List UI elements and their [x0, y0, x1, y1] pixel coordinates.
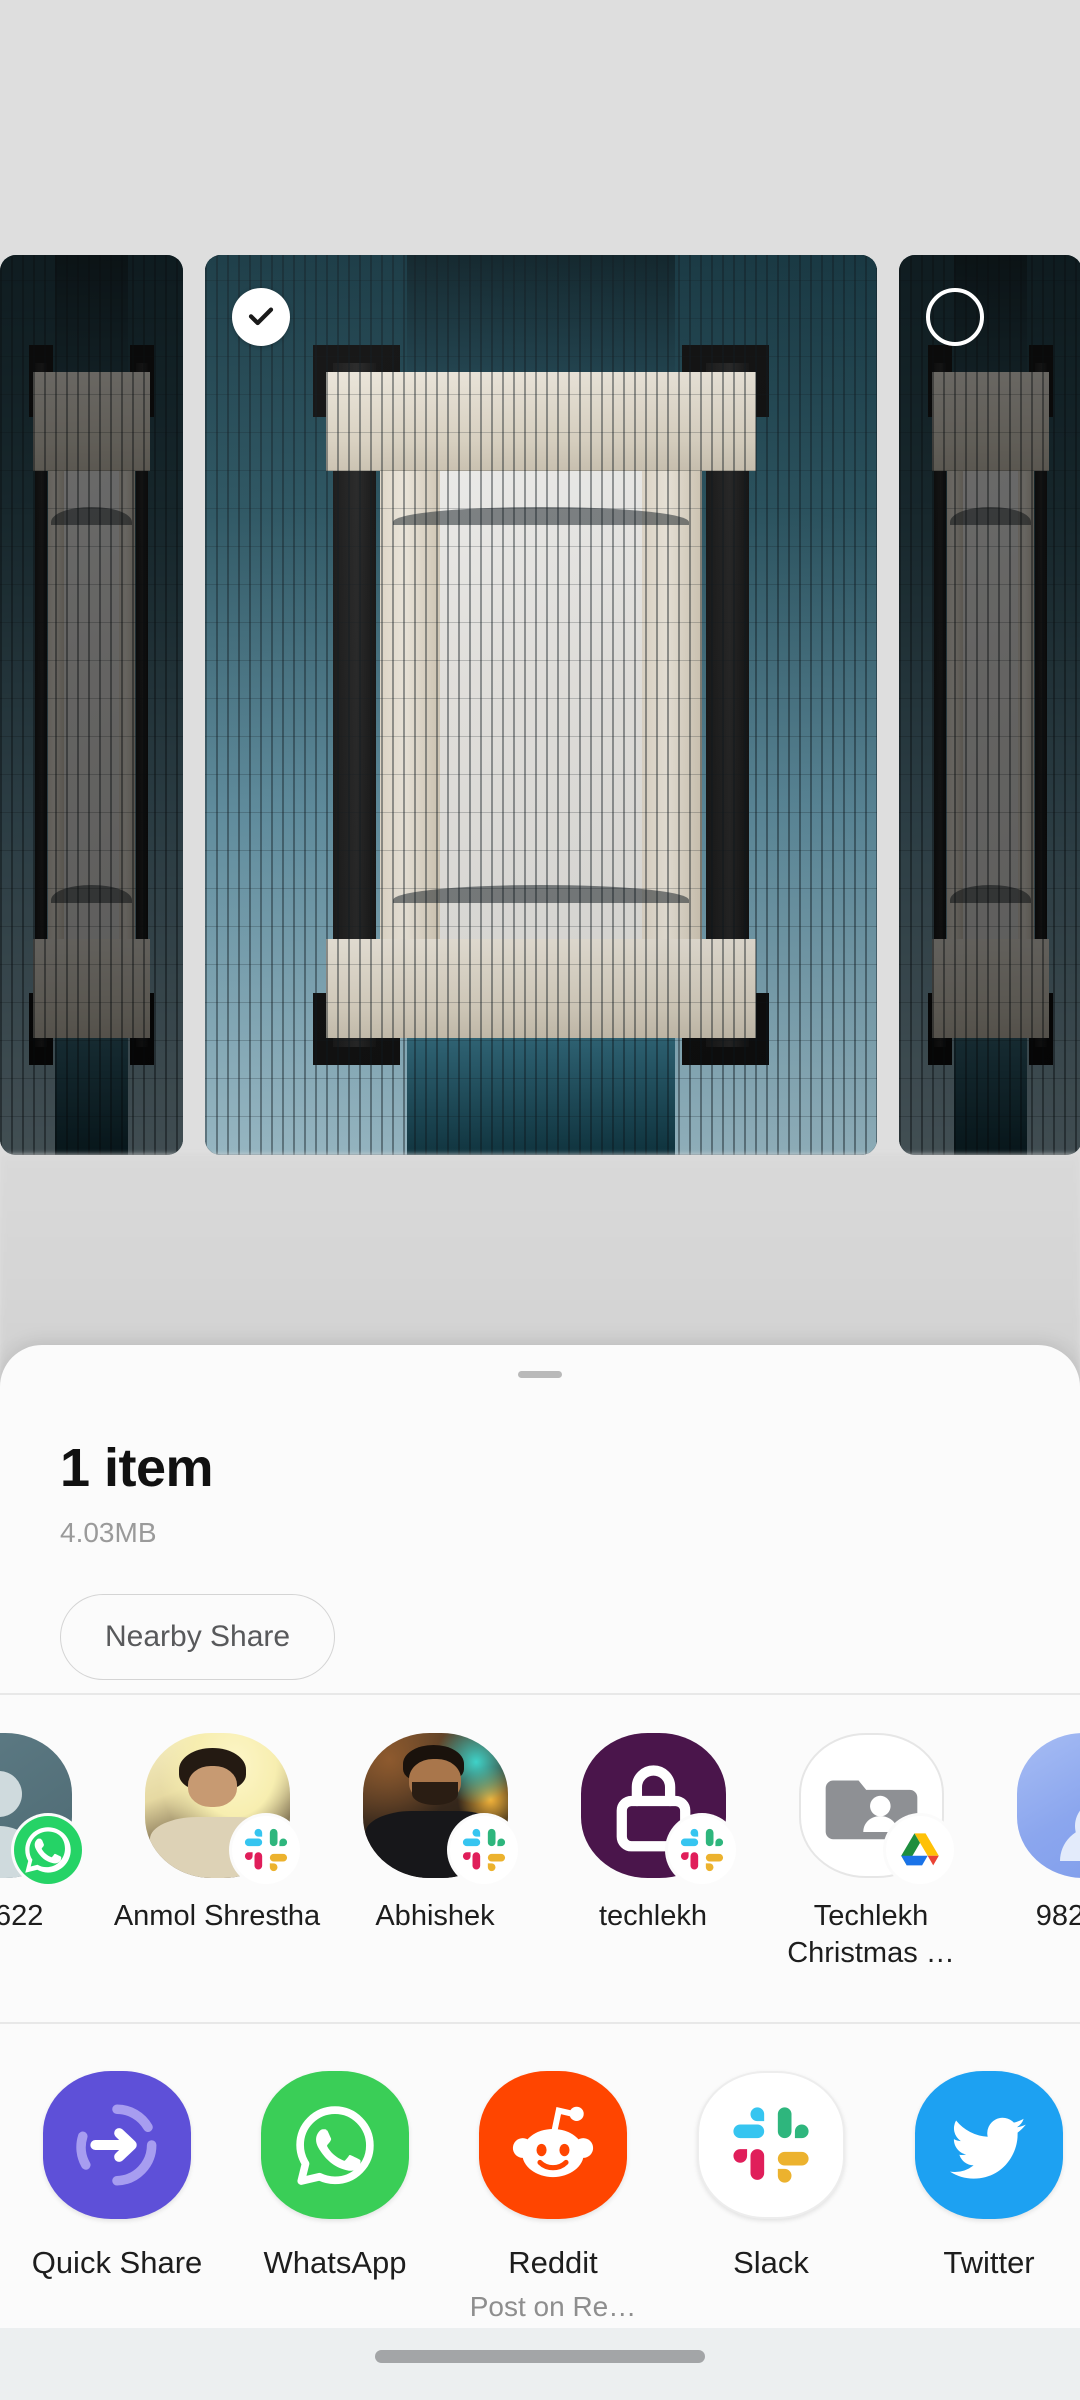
slack-icon	[667, 1816, 736, 1884]
contact-item-abhishek[interactable]: Abhishek	[326, 1695, 544, 1935]
avatar-wrap	[580, 1733, 736, 1884]
nearby-share-button[interactable]: Nearby Share	[60, 1594, 336, 1680]
app-sublabel: Post on Re…	[469, 2291, 637, 2322]
contact-name: 7 7622	[0, 1900, 44, 1932]
app-item-slack[interactable]: Slack	[662, 2025, 880, 2281]
sheet-drag-handle[interactable]	[518, 1371, 562, 1378]
photo-thumbnail-right[interactable]	[899, 255, 1080, 1155]
contact-name: techlekh	[598, 1900, 707, 1932]
whatsapp-icon	[261, 2071, 409, 2219]
app-item-reddit[interactable]: Reddit Post on Re…	[444, 2025, 662, 2323]
whatsapp-icon	[13, 1816, 82, 1884]
system-navigation-bar	[0, 2328, 1080, 2400]
apps-row[interactable]: Quick Share WhatsApp Reddit Post on Re… …	[0, 2025, 1080, 2355]
selection-check-icon[interactable]	[232, 288, 290, 346]
app-label: Quick Share	[31, 2245, 203, 2280]
photo-thumbnail-left-image	[0, 255, 183, 1155]
item-size-label: 4.03MB	[60, 1517, 157, 1548]
photo-thumbnail-right-image	[899, 255, 1080, 1155]
contact-item-techlekh-christmas[interactable]: Techlekh Christmas …	[762, 1695, 980, 1972]
photo-thumbnail-center-image	[205, 255, 877, 1155]
app-label: Reddit	[508, 2245, 598, 2280]
twitter-icon	[915, 2071, 1063, 2219]
avatar-wrap	[0, 1733, 82, 1884]
contact-item-techlekh[interactable]: techlekh	[544, 1695, 762, 1935]
slack-icon	[697, 2071, 845, 2219]
contact-name: Techlekh Christmas …	[787, 1900, 955, 1970]
slack-icon	[231, 1816, 300, 1884]
gesture-nav-pill[interactable]	[375, 2350, 705, 2363]
contact-name: 982-258	[1035, 1900, 1080, 1932]
avatar-wrap	[362, 1733, 518, 1884]
photo-thumbnail-center[interactable]	[205, 255, 877, 1155]
google-drive-icon	[885, 1816, 954, 1884]
sheet-header: 1 item 4.03MB Nearby Share	[0, 1345, 1080, 1680]
avatar-wrap	[144, 1733, 300, 1884]
photo-thumbnail-left[interactable]	[0, 255, 183, 1155]
avatar	[1016, 1733, 1080, 1878]
contact-name: Anmol Shrestha	[113, 1900, 321, 1932]
quick-share-icon	[43, 2071, 191, 2219]
app-label: WhatsApp	[263, 2245, 407, 2280]
avatar-wrap	[798, 1733, 954, 1884]
contacts-row[interactable]: 7 7622 Anmol Shrestha	[0, 1695, 1080, 2022]
dimmed-top-area	[0, 0, 1080, 255]
contact-item-982-258[interactable]: 982-258	[980, 1695, 1080, 1935]
item-count-label: 1 item	[60, 1438, 214, 1498]
contact-name: Abhishek	[375, 1900, 495, 1932]
share-bottom-sheet: 1 item 4.03MB Nearby Share 7 7622	[0, 1345, 1080, 2400]
app-label: Slack	[733, 2245, 809, 2280]
app-item-quick-share[interactable]: Quick Share	[8, 2025, 226, 2281]
divider-above-apps	[0, 2022, 1080, 2024]
app-item-twitter[interactable]: Twitter	[880, 2025, 1080, 2281]
app-item-whatsapp[interactable]: WhatsApp	[226, 2025, 444, 2281]
contact-item-7622[interactable]: 7 7622	[0, 1695, 108, 1935]
contact-item-anmol-shrestha[interactable]: Anmol Shrestha	[108, 1695, 326, 1935]
selection-circle-icon[interactable]	[926, 288, 984, 346]
reddit-icon	[479, 2071, 627, 2219]
slack-icon	[449, 1816, 518, 1884]
avatar-wrap	[1016, 1733, 1080, 1878]
photo-thumbnail-strip[interactable]	[0, 255, 1080, 1155]
app-label: Twitter	[943, 2245, 1035, 2280]
